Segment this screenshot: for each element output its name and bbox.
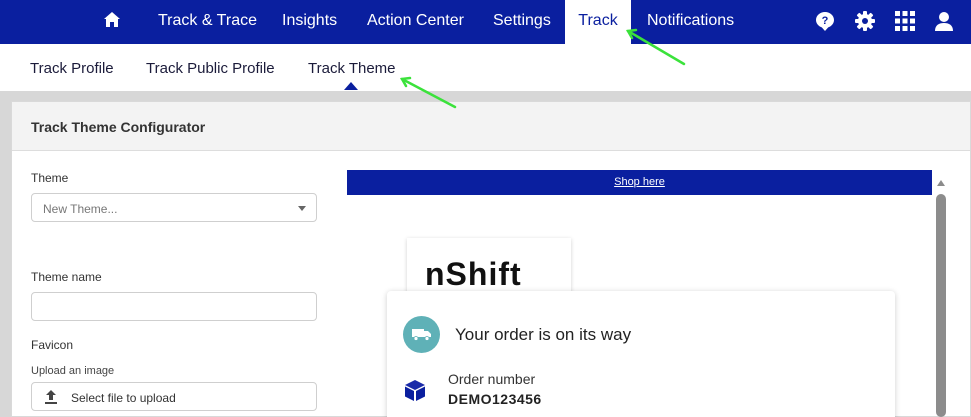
theme-label: Theme <box>31 171 69 185</box>
theme-name-input[interactable] <box>31 292 317 321</box>
nav-track-and-trace[interactable]: Track & Trace <box>158 0 257 44</box>
apps-grid-icon[interactable] <box>894 10 916 32</box>
nshift-logo: nShift <box>425 256 522 292</box>
user-icon[interactable] <box>933 10 955 32</box>
subnav-track-theme[interactable]: Track Theme <box>308 60 396 77</box>
nav-insights[interactable]: Insights <box>282 0 337 44</box>
home-icon[interactable] <box>103 11 121 29</box>
chevron-down-icon <box>298 206 306 211</box>
subnav-track-profile[interactable]: Track Profile <box>30 60 114 77</box>
subnav-track-public-profile[interactable]: Track Public Profile <box>146 60 275 77</box>
upload-button-label: Select file to upload <box>71 391 176 405</box>
theme-name-label: Theme name <box>31 270 102 284</box>
sub-navigation-bar: Track Profile Track Public Profile Track… <box>0 44 971 91</box>
order-status-title: Your order is on its way <box>455 325 632 344</box>
gear-icon[interactable] <box>854 10 876 32</box>
svg-text:?: ? <box>822 15 829 27</box>
nav-settings[interactable]: Settings <box>493 0 551 44</box>
preview-scrollbar[interactable] <box>936 194 946 417</box>
truck-icon <box>412 329 431 341</box>
nav-track[interactable]: Track <box>565 0 631 44</box>
favicon-label: Favicon <box>31 338 74 352</box>
theme-select[interactable]: New Theme... <box>31 193 317 222</box>
panel-title: Track Theme Configurator <box>31 119 206 135</box>
order-number-value: DEMO123456 <box>448 391 542 407</box>
panel-header: Track Theme Configurator <box>12 102 970 151</box>
shop-here-link[interactable]: Shop here <box>347 176 932 188</box>
upload-hint: Upload an image <box>31 365 115 377</box>
favicon-upload-button[interactable]: Select file to upload <box>31 382 317 411</box>
active-tab-indicator <box>344 82 358 90</box>
scroll-up-arrow[interactable] <box>937 180 945 186</box>
top-navigation-bar: Track & Trace Insights Action Center Set… <box>0 0 971 44</box>
upload-icon <box>45 390 57 404</box>
nav-notifications[interactable]: Notifications <box>647 0 734 44</box>
theme-select-value: New Theme... <box>43 202 118 216</box>
truck-badge <box>403 316 440 353</box>
help-icon[interactable]: ? <box>814 10 836 32</box>
package-icon <box>405 380 425 401</box>
preview-banner: Shop here <box>347 170 932 195</box>
order-number-label: Order number <box>448 371 536 387</box>
nav-action-center[interactable]: Action Center <box>367 0 464 44</box>
order-status-card: Your order is on its way Order number DE… <box>387 291 895 417</box>
